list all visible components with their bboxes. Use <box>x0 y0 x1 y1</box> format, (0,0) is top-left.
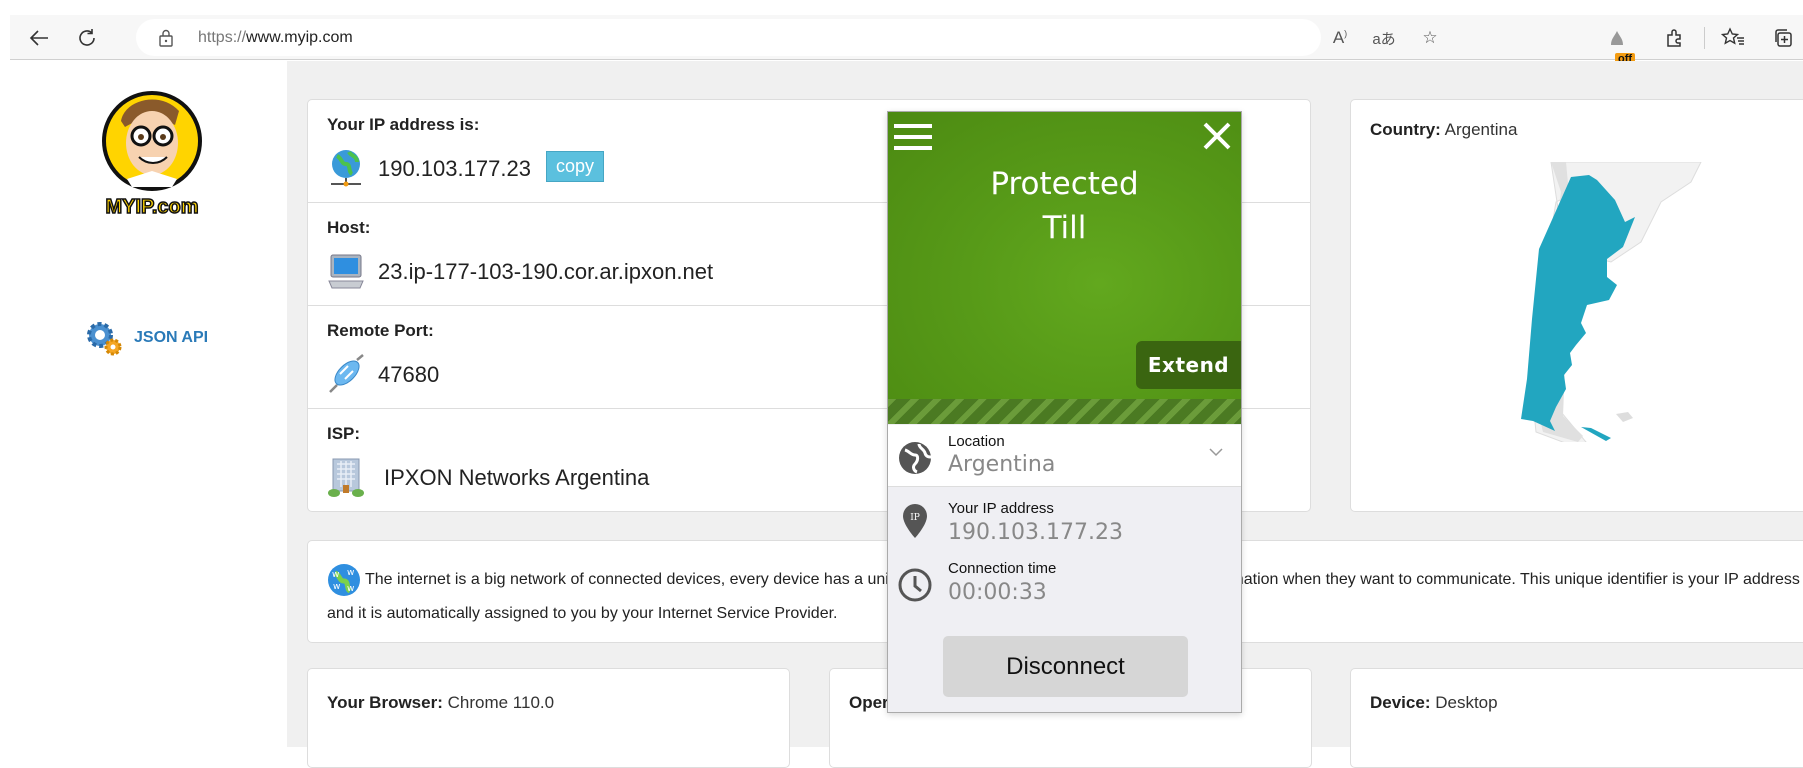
device-card: Device: Desktop <box>1350 668 1803 768</box>
country-card: Country: Argentina <box>1350 99 1803 512</box>
globe-icon <box>899 442 932 474</box>
argentina-shape <box>1521 175 1635 431</box>
favorites-icon <box>1721 27 1744 45</box>
ip-address-value[interactable]: 190.103.177.23 <box>378 156 531 182</box>
remote-port-value: 47680 <box>378 362 440 387</box>
lock-icon <box>159 29 173 47</box>
svg-text:w: w <box>332 570 339 580</box>
url-text[interactable]: https://www.myip.com <box>198 29 353 47</box>
gears-icon <box>87 322 122 356</box>
map-tierra-del-fuego <box>1581 427 1611 441</box>
myip-logo[interactable]: MYIP.com <box>97 81 207 221</box>
collections-icon <box>1775 29 1792 47</box>
location-selector[interactable]: Location Argentina <box>888 425 1241 487</box>
ip-value: 190.103.177.23 <box>948 520 1123 545</box>
device-value: Desktop <box>1435 693 1498 712</box>
country-label: Country: <box>1370 120 1441 139</box>
extension-off-icon <box>1611 31 1623 45</box>
refresh-icon <box>79 29 95 46</box>
read-aloud-icon: A) <box>1332 28 1348 47</box>
svg-text:w: w <box>347 584 354 594</box>
clock-icon <box>898 568 932 602</box>
status-stripes <box>888 399 1241 424</box>
extension-button[interactable] <box>1600 21 1634 55</box>
country-value: Argentina <box>1444 120 1518 139</box>
disconnect-button[interactable]: Disconnect <box>943 636 1188 697</box>
refresh-button[interactable] <box>70 21 104 55</box>
ip-address-label: Your IP address is: <box>327 115 480 134</box>
browser-card: Your Browser: Chrome 110.0 <box>307 668 790 768</box>
svg-text:w: w <box>333 582 340 592</box>
collections-button[interactable] <box>1766 21 1800 55</box>
json-api-link[interactable]: JSON API <box>84 319 208 357</box>
ip-label: Your IP address <box>948 500 1054 517</box>
json-api-label: JSON API <box>134 329 209 346</box>
url-scheme: https:// <box>198 29 247 46</box>
extensions-icon <box>1667 29 1681 47</box>
translate-icon: aあ <box>1372 30 1396 48</box>
connection-time-value: 00:00:33 <box>948 580 1047 605</box>
favorites-button[interactable] <box>1716 21 1750 55</box>
browser-value: Chrome 110.0 <box>447 693 555 712</box>
add-favorite-button[interactable]: ☆ <box>1418 27 1442 49</box>
vpn-title-line2: Till <box>1042 210 1087 246</box>
plug-icon <box>329 354 364 393</box>
back-button[interactable] <box>22 21 56 55</box>
back-icon <box>29 30 48 46</box>
country-field: Country: Argentina <box>1370 120 1517 140</box>
connection-time-label: Connection time <box>948 560 1057 577</box>
address-bar[interactable]: https://www.myip.com A) aあ ☆ <box>136 19 1438 56</box>
building-icon <box>328 458 364 497</box>
extend-button[interactable]: Extend <box>1136 341 1241 389</box>
browser-field: Your Browser: Chrome 110.0 <box>327 693 554 713</box>
svg-text:IP: IP <box>910 513 920 523</box>
host-value: 23.ip-177-103-190.cor.ar.ipxon.net <box>378 259 714 284</box>
window-top <box>0 0 1803 15</box>
logo-text: MYIP.com <box>106 196 199 218</box>
copy-button[interactable]: copy <box>546 151 605 182</box>
www-globe-icon: w ww w <box>328 564 360 596</box>
device-field: Device: Desktop <box>1370 693 1498 713</box>
toolbar-separator <box>1704 27 1705 49</box>
browser-toolbar: https://www.myip.com A) aあ ☆ off <box>10 15 1803 65</box>
extensions-button[interactable] <box>1658 21 1692 55</box>
remote-port-label: Remote Port: <box>327 321 434 340</box>
svg-text:w: w <box>347 568 354 578</box>
chevron-down-icon <box>1209 448 1223 457</box>
add-favorite-icon: ☆ <box>1422 28 1438 47</box>
country-map[interactable] <box>1521 162 1751 442</box>
browser-label: Your Browser: <box>327 693 443 712</box>
read-aloud-button[interactable]: A) <box>1328 27 1352 49</box>
map-falklands <box>1616 412 1633 422</box>
translate-button[interactable]: aあ <box>1372 27 1396 49</box>
globe-network-icon <box>331 150 361 187</box>
ip-pin-icon: IP <box>903 504 927 538</box>
computer-icon <box>328 254 364 289</box>
vpn-popup: Protected Till Extend Location Argentina… <box>887 111 1242 713</box>
vpn-title-line1: Protected <box>990 166 1139 202</box>
vpn-status-panel: Protected Till Extend <box>888 112 1241 424</box>
device-label: Device: <box>1370 693 1431 712</box>
hamburger-menu-button[interactable] <box>894 124 932 152</box>
host-label: Host: <box>327 218 371 237</box>
isp-label: ISP: <box>327 424 361 443</box>
sidebar: MYIP.com JSON API <box>0 61 287 747</box>
isp-value: IPXON Networks Argentina <box>384 465 650 490</box>
location-label: Location <box>948 433 1005 450</box>
url-host: www.myip.com <box>246 29 353 46</box>
close-icon[interactable] <box>1201 120 1233 152</box>
vpn-status-title: Protected Till <box>888 162 1241 250</box>
location-value: Argentina <box>948 452 1056 477</box>
